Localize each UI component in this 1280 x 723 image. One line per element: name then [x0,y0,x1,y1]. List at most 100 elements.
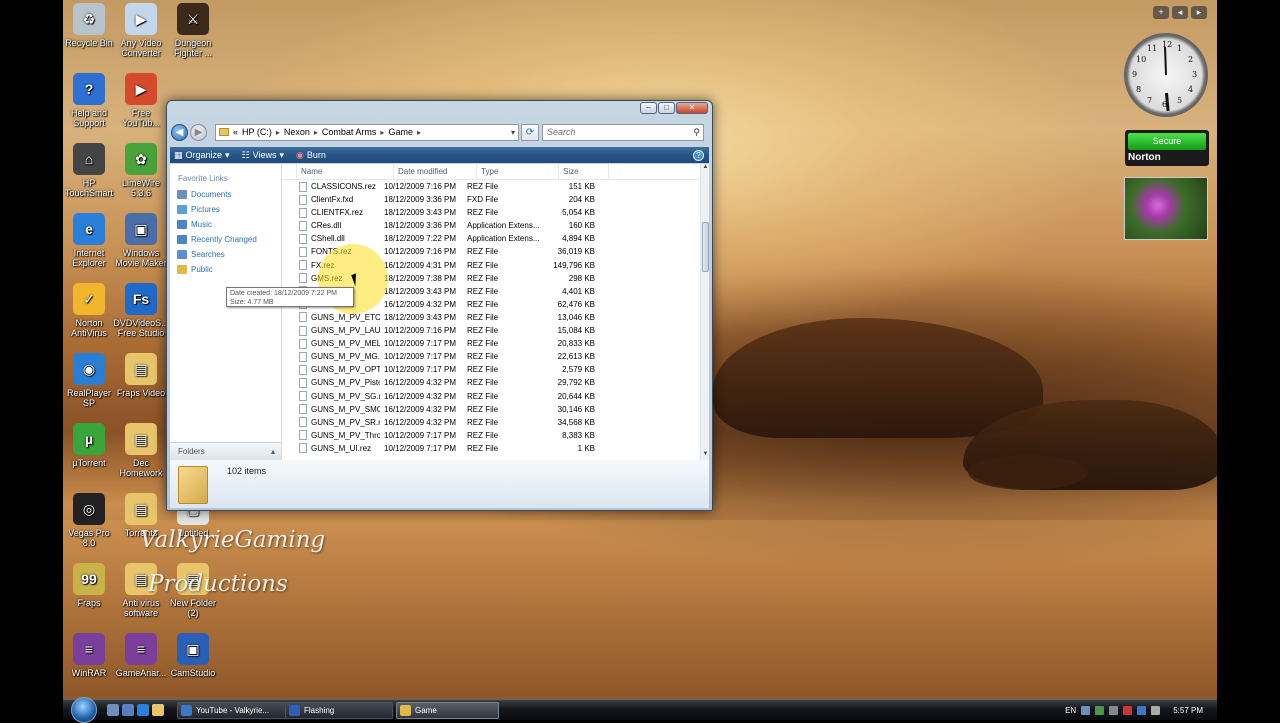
switch-windows-icon[interactable] [122,704,134,716]
desktop-icon[interactable]: ▤ Dec Homework [113,423,169,478]
desktop-icon[interactable]: ▶ Free YouTub... [113,73,169,128]
file-row[interactable]: ClientFx.fxd 18/12/2009 3:36 PM FXD File 20… [283,193,699,206]
file-row[interactable]: CLIENTFX.rez 18/12/2009 3:43 PM REZ File 5,… [283,206,699,219]
address-overflow[interactable]: « [233,127,238,137]
network-icon[interactable] [1081,706,1091,715]
desktop-icon[interactable]: ▶ Any Video Converter [113,3,169,58]
favorite-link[interactable]: Pictures [170,202,281,217]
scroll-up-icon[interactable]: ▲ [701,164,710,173]
tray-icon[interactable] [1109,706,1119,715]
desktop-icon[interactable]: 99 Fraps [61,563,117,608]
internet-explorer-icon[interactable] [137,704,149,716]
maximize-button[interactable]: □ [658,102,675,114]
norton-tray-icon[interactable] [1095,706,1105,715]
show-desktop-icon[interactable] [107,704,119,716]
folder-icon[interactable] [152,704,164,716]
forward-button[interactable]: ▶ [190,123,207,141]
desktop-icon[interactable]: e Internet Explorer [61,213,117,268]
volume-icon[interactable] [1151,706,1161,715]
crumb[interactable]: HP (C:) [242,127,272,137]
file-name-cell[interactable]: GUNS_M_UI.rez [283,442,380,455]
chevron-down-icon[interactable]: ▾ [511,128,515,137]
column-name[interactable]: Name [297,164,394,180]
previous-gadget-button[interactable]: ◂ [1172,6,1188,19]
desktop-icon[interactable]: ▣ CamStudio [165,633,221,678]
norton-status[interactable]: Secure [1128,133,1206,150]
file-row[interactable]: CRes.dll 18/12/2009 3:36 PM Application Ex… [283,219,699,232]
crumb[interactable]: Game [388,127,413,137]
favorite-link[interactable]: Documents [170,187,281,202]
file-name-cell[interactable]: GUNS_M_PV_SR.rez [283,416,380,429]
favorite-link[interactable]: Music [170,217,281,232]
file-row[interactable]: GUNS_M_PV_LAUN... 10/12/2009 7:16 PM REZ F… [283,324,699,337]
file-name-cell[interactable]: CLASSICONS.rez [283,180,380,193]
search-input[interactable]: Search ⚲ [542,123,704,141]
desktop-icon[interactable]: ≡ GameAnar... [113,633,169,678]
file-row[interactable]: GUNS_M_PV_SR.rez 16/12/2009 4:32 PM REZ Fi… [283,416,699,429]
column-type[interactable]: Type [477,164,559,180]
favorite-link[interactable]: Public [170,262,281,277]
help-icon[interactable]: ? [693,149,704,161]
file-name-cell[interactable]: GUNS_M_PV_LAUN... [283,324,380,337]
file-row[interactable]: GUNS_M_PV_SMG.rez 16/12/2009 4:32 PM REZ F… [283,403,699,416]
desktop-icon[interactable]: ✿ LimeWire 5.3.6 [113,143,169,198]
favorite-link[interactable]: Recently Changed [170,232,281,247]
language-indicator[interactable]: EN [1065,706,1076,715]
desktop-icon[interactable]: ⌂ HP TouchSmart [61,143,117,198]
clock-gadget[interactable]: 12 1 2 3 4 5 6 7 8 9 10 11 [1124,33,1208,117]
taskbar-button[interactable]: Flashing [285,702,393,719]
desktop-icon[interactable]: ⚔ Dungeon Fighter ... [165,3,221,58]
file-name-cell[interactable]: GUNS_M_PV_Pistol... [283,376,380,389]
file-name-cell[interactable]: GUNS_M_PV_SG.rez [283,390,380,403]
tray-icon[interactable] [1137,706,1147,715]
desktop-icon[interactable]: ◎ Vegas Pro 8.0 [61,493,117,548]
file-name-cell[interactable]: GUNS_M_PV_ETC.rez [283,311,380,324]
search-icon[interactable]: ⚲ [693,125,700,140]
file-name-cell[interactable]: CLIENTFX.rez [283,206,380,219]
desktop-icon[interactable]: µ µTorrent [61,423,117,468]
favorite-link[interactable]: Searches [170,247,281,262]
chevron-right-icon[interactable]: ▸ [380,128,384,137]
file-row[interactable]: GUNS_M_PV_Throw... 10/12/2009 7:17 PM REZ … [283,429,699,442]
folders-toggle[interactable]: Folders ▴ [170,442,281,460]
desktop-icon[interactable]: ▣ Windows Movie Maker [113,213,169,268]
crumb[interactable]: Combat Arms [322,127,377,137]
file-row[interactable]: GUNS_M_PV_SG.rez 16/12/2009 4:32 PM REZ Fi… [283,390,699,403]
minimize-button[interactable]: – [640,102,657,114]
chevron-right-icon[interactable]: ▸ [314,128,318,137]
file-row[interactable]: GUNS_M_PV_OPTI... 10/12/2009 7:17 PM REZ F… [283,363,699,376]
file-row[interactable]: CLASSICONS.rez 10/12/2009 7:16 PM REZ File… [283,180,699,193]
file-name-cell[interactable]: GUNS_M_PV_MELE... [283,337,380,350]
file-name-cell[interactable]: CRes.dll [283,219,380,232]
views-button[interactable]: ☷ Views ▾ [242,150,284,161]
file-name-cell[interactable]: GUNS_M_PV_Throw... [283,429,380,442]
file-row[interactable]: GUNS_M_PV_MELE... 10/12/2009 7:17 PM REZ F… [283,337,699,350]
desktop-icon[interactable]: ✓ Norton AntiVirus [61,283,117,338]
refresh-button[interactable]: ⟳ [521,123,539,141]
chevron-up-icon[interactable]: ▴ [271,443,275,461]
address-bar[interactable]: « HP (C:) ▸ Nexon ▸ Combat Arms ▸ Game ▸… [215,123,519,141]
taskbar-button[interactable]: YouTube - Valkyrie... [177,702,286,719]
back-button[interactable]: ◀ [171,123,188,141]
select-all-checkbox[interactable] [283,164,297,180]
chevron-right-icon[interactable]: ▸ [417,128,421,137]
norton-gadget[interactable]: Secure Norton [1125,130,1209,166]
desktop-icon[interactable]: ◉ RealPlayer SP [61,353,117,408]
start-button[interactable] [71,697,97,723]
add-gadget-button[interactable]: + [1153,6,1169,19]
crumb[interactable]: Nexon [284,127,310,137]
file-row[interactable]: GUNS_M_UI.rez 10/12/2009 7:17 PM REZ File 1… [283,442,699,455]
scroll-thumb[interactable] [702,222,709,272]
file-name-cell[interactable]: ClientFx.fxd [283,193,380,206]
file-name-cell[interactable]: GUNS_M_PV_OPTI... [283,363,380,376]
desktop-icon[interactable]: ▤ Fraps Video [113,353,169,398]
slideshow-gadget[interactable] [1124,177,1208,240]
file-name-cell[interactable]: CShell.dll [283,232,380,245]
file-name-cell[interactable]: GUNS_M_PV_SMG.rez [283,403,380,416]
taskbar-button[interactable]: Game [396,702,499,719]
next-gadget-button[interactable]: ▸ [1191,6,1207,19]
chevron-right-icon[interactable]: ▸ [276,128,280,137]
file-row[interactable]: GUNS_M_PV_MG.rez 10/12/2009 7:17 PM REZ Fi… [283,350,699,363]
organize-button[interactable]: ▦ Organize ▾ [174,150,230,161]
column-size[interactable]: Size [559,164,609,180]
